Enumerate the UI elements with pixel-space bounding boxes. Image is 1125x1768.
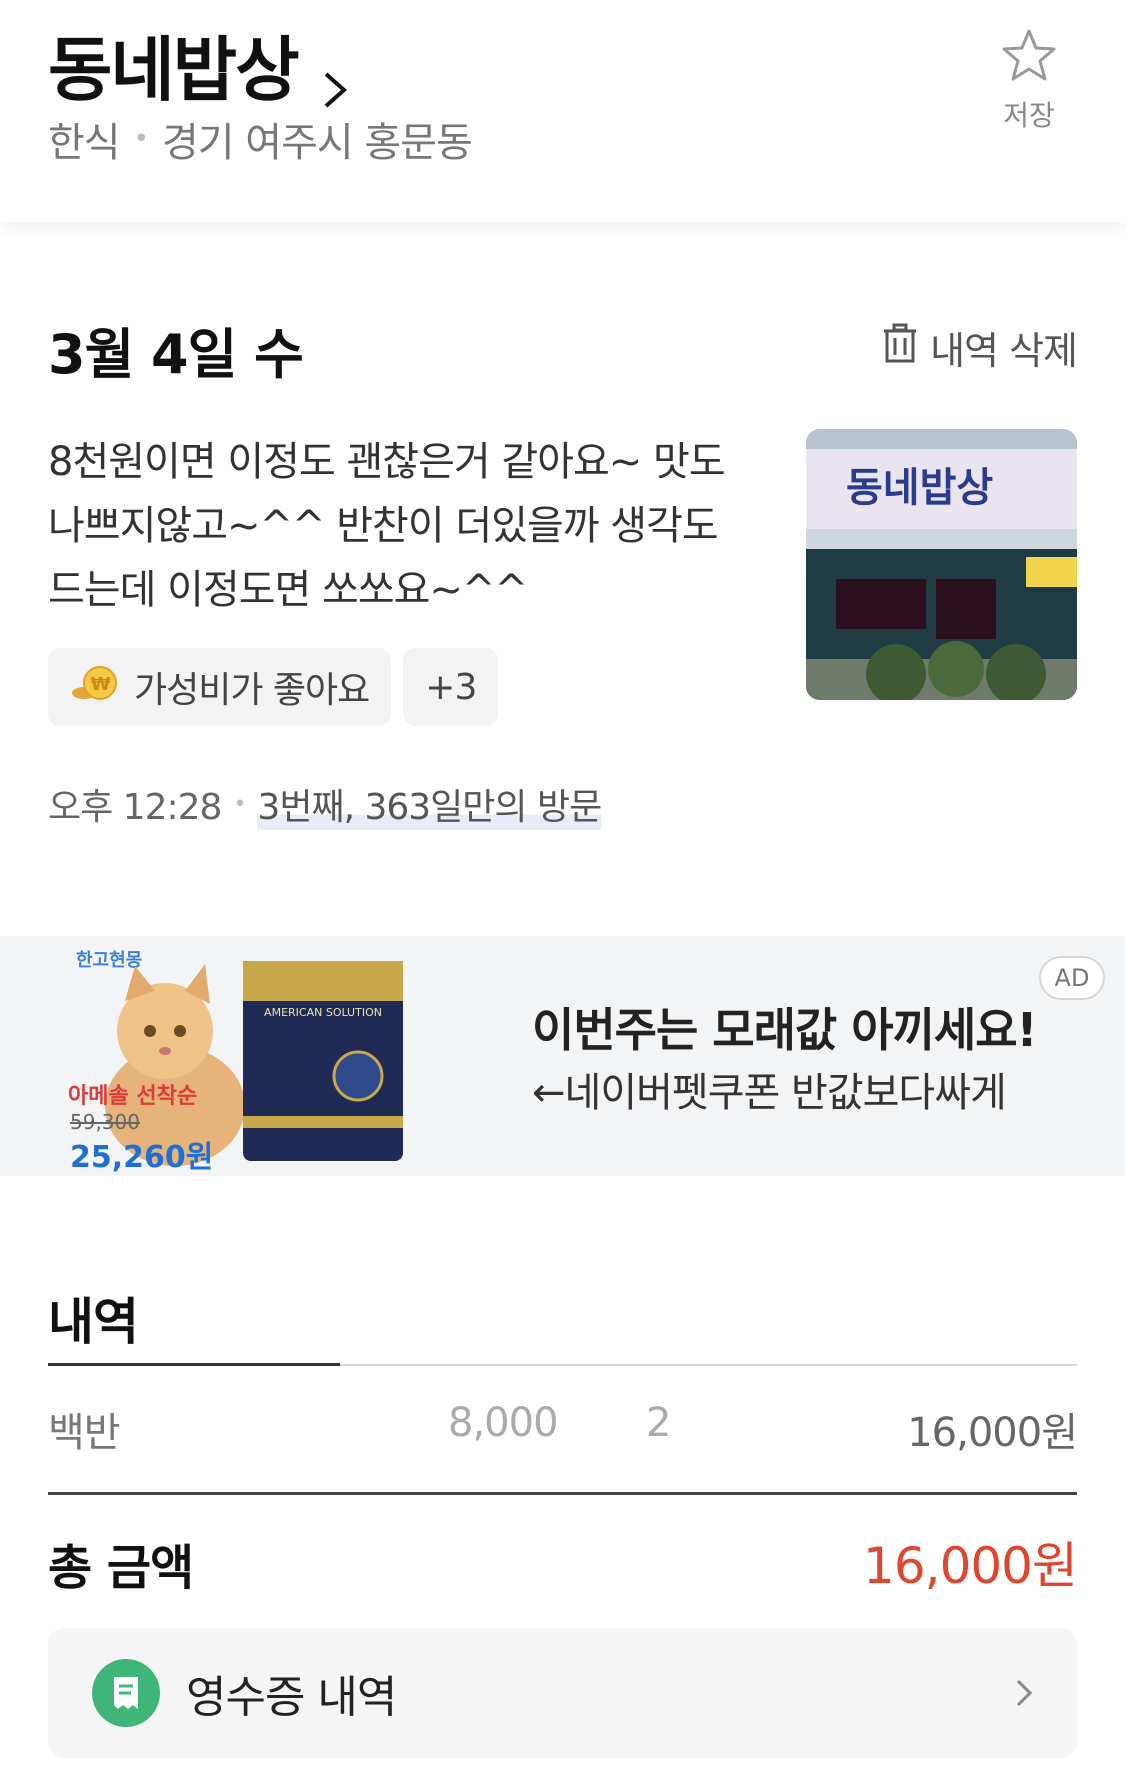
star-icon [1001, 28, 1057, 86]
divider [48, 1492, 1077, 1495]
ad-promo: 아메솔 선착순 [68, 1084, 198, 1109]
receipt-history-button[interactable]: 영수증 내역 [48, 1628, 1077, 1758]
item-quantity: 2 [646, 1400, 671, 1446]
ad-badge[interactable]: AD [1039, 956, 1105, 1000]
visit-detail-page: 동네밥상 한식 • 경기 여주시 홍문동 저장 3월 4일 수 내역 삭제 8천… [0, 0, 1125, 1768]
tag-label: 가성비가 좋아요 [134, 670, 370, 711]
delete-history-button[interactable]: 내역 삭제 [882, 320, 1078, 375]
store-name: 동네밥상 [48, 29, 300, 111]
tag-chip[interactable]: ₩ 가성비가 좋아요 [48, 648, 392, 726]
item-name: 백반 [48, 1410, 121, 1456]
store-name-link[interactable]: 동네밥상 [48, 14, 350, 115]
more-tags-chip[interactable]: +3 [403, 648, 499, 726]
separator-dot: • [233, 791, 246, 817]
save-label: 저장 [1003, 99, 1055, 132]
total-label: 총 금액 [48, 1540, 194, 1596]
photo-sign-text: 동네밥상 [846, 465, 993, 511]
visit-date: 3월 4일 수 [48, 323, 304, 386]
table-row: 백반 8,000 2 16,000원 [48, 1400, 1078, 1456]
receipt-icon [92, 1659, 160, 1727]
separator-dot: • [133, 124, 149, 154]
product-bag-image: AMERICAN SOLUTION [238, 956, 408, 1170]
store-location: 경기 여주시 홍문동 [161, 120, 473, 166]
store-category: 한식 [48, 120, 121, 166]
store-meta: 한식 • 경기 여주시 홍문동 [48, 110, 473, 168]
svg-text:₩: ₩ [91, 674, 111, 695]
item-price: 8,000 [448, 1400, 559, 1446]
ad-subline: ←네이버펫쿠폰 반값보다싸게 [532, 1070, 1007, 1116]
delete-label: 내역 삭제 [930, 329, 1078, 373]
visit-info: 오후 12:28 • 3번째, 363일만의 방문 [48, 778, 602, 830]
chevron-right-icon [1015, 1678, 1033, 1712]
ad-new-price: 25,260원 [70, 1140, 214, 1175]
active-tab-indicator [48, 1363, 340, 1366]
save-button[interactable]: 저장 [989, 28, 1069, 134]
visit-time: 오후 12:28 [48, 787, 222, 828]
store-header: 동네밥상 한식 • 경기 여주시 홍문동 저장 [0, 0, 1125, 222]
receipt-label: 영수증 내역 [186, 1672, 397, 1723]
review-text: 8천원이면 이정도 괜찮은거 같아요~ 맛도 나쁘지않고~^^ 반찬이 더있을까… [48, 439, 726, 613]
review-photo[interactable]: 동네밥상 [806, 429, 1077, 700]
ad-banner[interactable]: 한고현몽 AMERICAN SOLUTION 아메솔 선착순 59,300 25… [0, 936, 1125, 1176]
details-title: 내역 [48, 1293, 139, 1351]
ad-old-price: 59,300 [70, 1110, 140, 1134]
ad-headline: 이번주는 모래값 아끼세요! [532, 1003, 1038, 1057]
visit-count: 3번째, 363일만의 방문 [257, 778, 602, 830]
review-tags: ₩ 가성비가 좋아요 +3 [48, 648, 510, 726]
coin-icon: ₩ [70, 663, 120, 712]
more-tags-label: +3 [425, 666, 477, 708]
trash-icon [882, 323, 930, 372]
item-total: 16,000원 [907, 1410, 1078, 1456]
bag-text: AMERICAN SOLUTION [264, 1006, 382, 1019]
total-value: 16,000원 [863, 1537, 1078, 1595]
chevron-right-icon [320, 45, 350, 107]
